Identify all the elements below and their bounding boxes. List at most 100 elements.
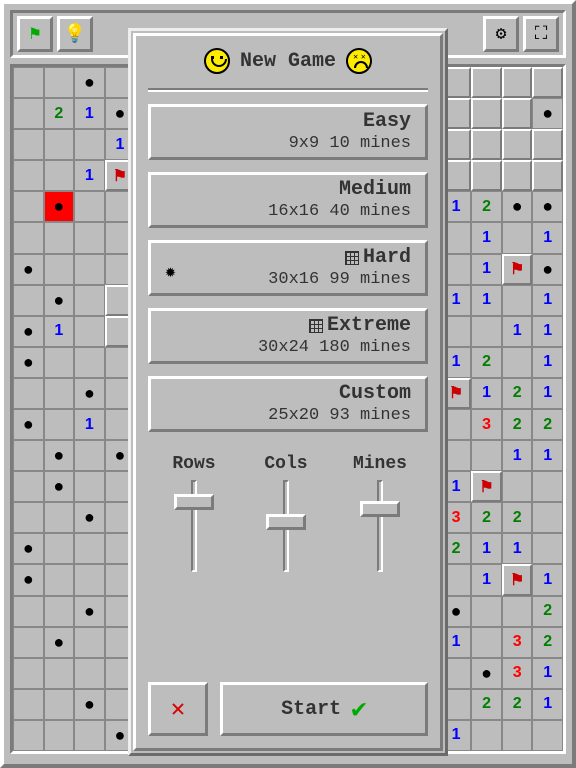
mine-cell[interactable]: 2: [502, 689, 533, 720]
mines-slider[interactable]: [355, 480, 405, 572]
mine-cell[interactable]: [471, 627, 502, 658]
mine-cell[interactable]: [44, 658, 75, 689]
mine-cell[interactable]: [13, 67, 44, 98]
mine-cell[interactable]: [13, 222, 44, 253]
mine-cell[interactable]: 1: [532, 378, 563, 409]
mine-cell[interactable]: 1: [532, 347, 563, 378]
mine-cell[interactable]: [532, 533, 563, 564]
difficulty-custom[interactable]: Custom25x20 93 mines: [148, 376, 428, 432]
mine-cell[interactable]: [44, 409, 75, 440]
mine-cell[interactable]: [471, 596, 502, 627]
mine-cell[interactable]: [532, 67, 563, 98]
mine-cell[interactable]: 2: [471, 689, 502, 720]
start-button[interactable]: Start ✔: [220, 682, 428, 736]
mine-cell[interactable]: 1: [74, 98, 105, 129]
mine-cell[interactable]: 3: [502, 627, 533, 658]
mine-cell[interactable]: [13, 502, 44, 533]
mine-cell[interactable]: [502, 471, 533, 502]
mine-cell[interactable]: [13, 658, 44, 689]
mine-cell[interactable]: 2: [532, 409, 563, 440]
mine-cell[interactable]: [74, 254, 105, 285]
mine-cell[interactable]: [471, 658, 502, 689]
mine-cell[interactable]: [502, 347, 533, 378]
mine-cell[interactable]: [13, 347, 44, 378]
mine-cell[interactable]: [44, 160, 75, 191]
mine-cell[interactable]: [74, 347, 105, 378]
mine-cell[interactable]: [74, 596, 105, 627]
mine-cell[interactable]: 1: [471, 378, 502, 409]
mine-cell[interactable]: [13, 316, 44, 347]
mine-cell[interactable]: [74, 720, 105, 751]
mine-cell[interactable]: [502, 564, 533, 595]
mine-cell[interactable]: [74, 471, 105, 502]
mine-cell[interactable]: [13, 720, 44, 751]
mine-cell[interactable]: [532, 191, 563, 222]
mine-cell[interactable]: [13, 689, 44, 720]
mine-cell[interactable]: [502, 191, 533, 222]
mine-cell[interactable]: [44, 471, 75, 502]
mine-cell[interactable]: 1: [471, 564, 502, 595]
mine-cell[interactable]: 2: [502, 409, 533, 440]
mine-cell[interactable]: [74, 627, 105, 658]
mine-cell[interactable]: 2: [44, 98, 75, 129]
mine-cell[interactable]: 1: [532, 564, 563, 595]
cancel-button[interactable]: ✕: [148, 682, 208, 736]
mine-cell[interactable]: 1: [532, 440, 563, 471]
cols-slider[interactable]: [261, 480, 311, 572]
mine-cell[interactable]: [471, 129, 502, 160]
mine-cell[interactable]: 1: [502, 316, 533, 347]
mine-cell[interactable]: [44, 720, 75, 751]
mine-cell[interactable]: [532, 160, 563, 191]
mine-cell[interactable]: [74, 689, 105, 720]
mine-cell[interactable]: [44, 347, 75, 378]
mine-cell[interactable]: [13, 596, 44, 627]
flag-button[interactable]: ⚑: [17, 16, 53, 52]
mine-cell[interactable]: 2: [502, 502, 533, 533]
mine-cell[interactable]: [44, 596, 75, 627]
mine-cell[interactable]: [532, 471, 563, 502]
mine-cell[interactable]: [471, 720, 502, 751]
mine-cell[interactable]: 1: [471, 533, 502, 564]
mine-cell[interactable]: [13, 254, 44, 285]
mine-cell[interactable]: [13, 440, 44, 471]
mine-cell[interactable]: [44, 67, 75, 98]
mine-cell[interactable]: [502, 254, 533, 285]
mine-cell[interactable]: [502, 596, 533, 627]
mine-cell[interactable]: [532, 129, 563, 160]
mine-cell[interactable]: [502, 98, 533, 129]
mine-cell[interactable]: [502, 222, 533, 253]
mine-cell[interactable]: [471, 98, 502, 129]
rows-slider[interactable]: [169, 480, 219, 572]
mine-cell[interactable]: [74, 67, 105, 98]
mine-cell[interactable]: [74, 222, 105, 253]
mine-cell[interactable]: [44, 285, 75, 316]
mine-cell[interactable]: 2: [532, 627, 563, 658]
mine-cell[interactable]: 1: [471, 254, 502, 285]
mine-cell[interactable]: [44, 254, 75, 285]
mine-cell[interactable]: [13, 409, 44, 440]
mine-cell[interactable]: [13, 533, 44, 564]
difficulty-medium[interactable]: Medium16x16 40 mines: [148, 172, 428, 228]
hint-button[interactable]: 💡: [57, 16, 93, 52]
mine-cell[interactable]: 2: [471, 347, 502, 378]
mine-cell[interactable]: [74, 285, 105, 316]
mine-cell[interactable]: [74, 191, 105, 222]
mine-cell[interactable]: 1: [471, 222, 502, 253]
mine-cell[interactable]: 3: [502, 658, 533, 689]
mine-cell[interactable]: [532, 502, 563, 533]
mine-cell[interactable]: 3: [471, 409, 502, 440]
mine-cell[interactable]: [44, 502, 75, 533]
mine-cell[interactable]: [471, 471, 502, 502]
mine-cell[interactable]: [44, 222, 75, 253]
mine-cell[interactable]: [532, 720, 563, 751]
mine-cell[interactable]: [13, 98, 44, 129]
mine-cell[interactable]: 1: [502, 533, 533, 564]
mine-cell[interactable]: [44, 129, 75, 160]
mine-cell[interactable]: [44, 191, 75, 222]
mine-cell[interactable]: [44, 440, 75, 471]
mine-cell[interactable]: [532, 98, 563, 129]
mine-cell[interactable]: [471, 67, 502, 98]
mine-cell[interactable]: [74, 129, 105, 160]
mine-cell[interactable]: [74, 564, 105, 595]
mine-cell[interactable]: [502, 129, 533, 160]
